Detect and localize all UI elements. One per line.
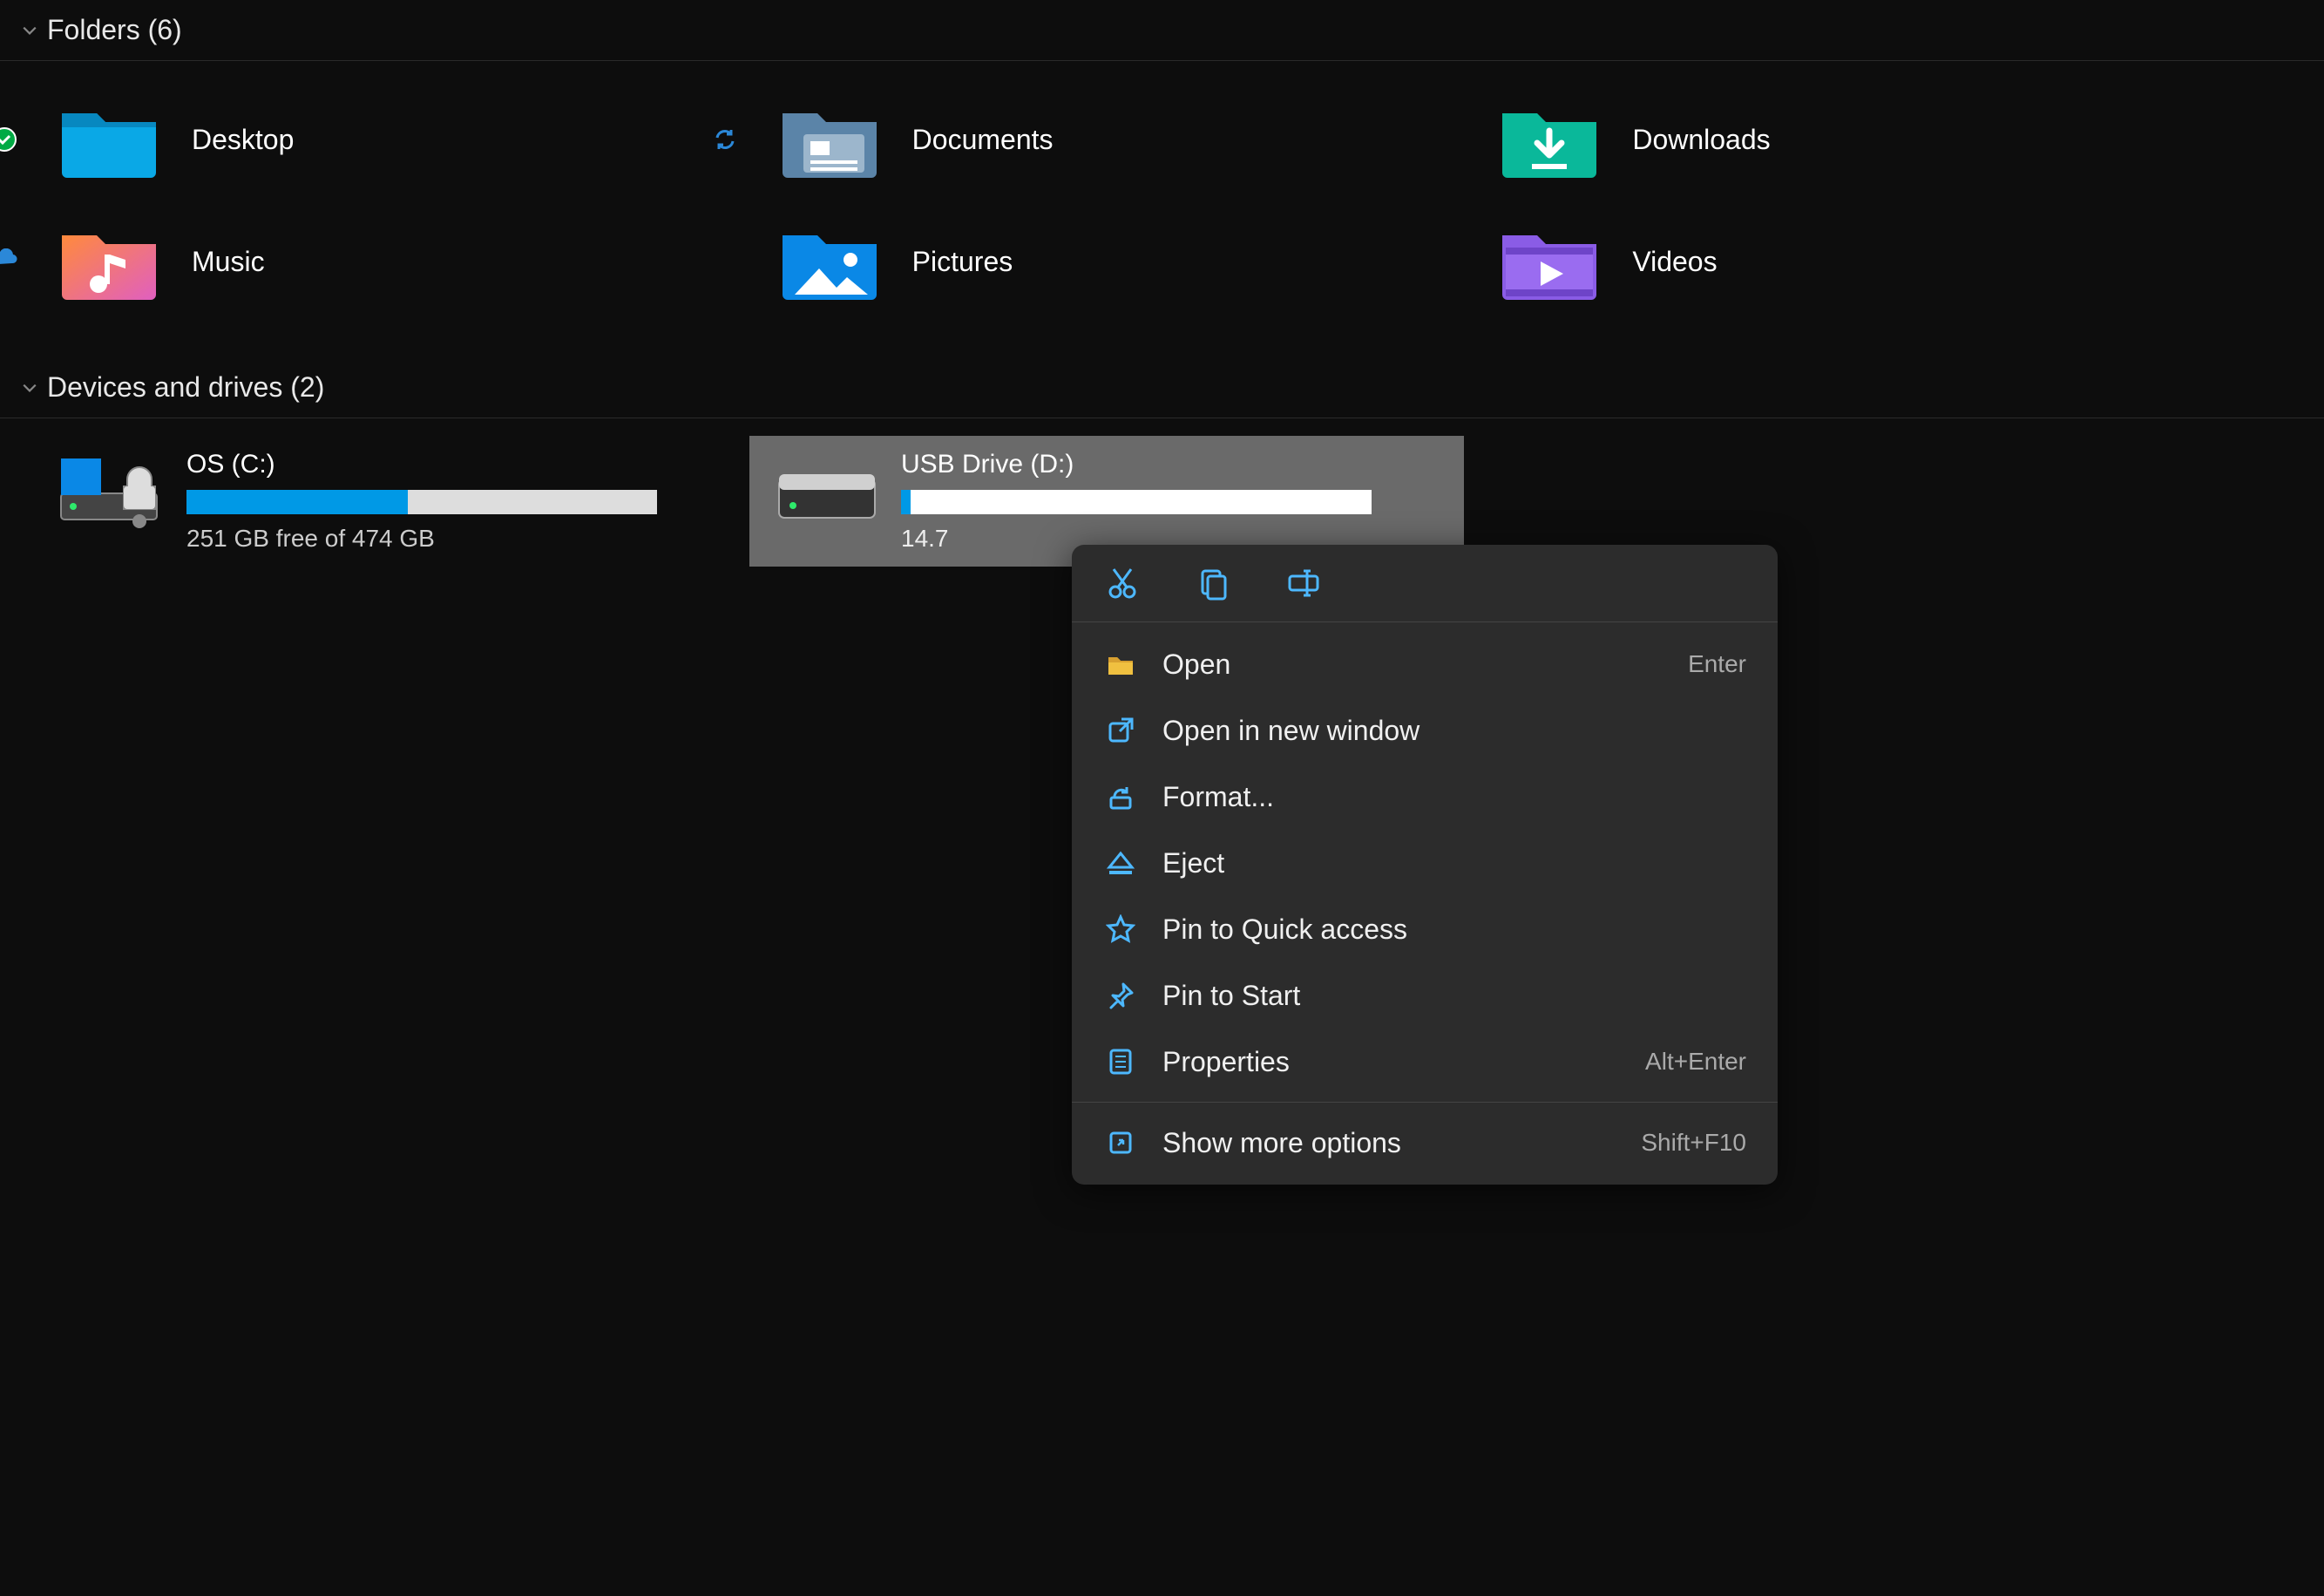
context-menu-toolbar (1072, 545, 1778, 622)
drive-subtext: 251 GB free of 474 GB (186, 525, 728, 553)
drive-item-os-c[interactable]: OS (C:) 251 GB free of 474 GB (35, 436, 749, 567)
properties-icon (1103, 1044, 1138, 1079)
context-menu-format[interactable]: Format... (1072, 764, 1778, 830)
external-icon (1103, 713, 1138, 748)
context-menu-item-shortcut: Shift+F10 (1641, 1129, 1746, 1157)
folder-item-downloads[interactable]: Downloads (1475, 96, 2196, 183)
context-menu-item-label: Pin to Quick access (1162, 913, 1746, 946)
context-menu-eject[interactable]: Eject (1072, 830, 1778, 896)
format-icon (1103, 779, 1138, 814)
context-menu-pin-start[interactable]: Pin to Start (1072, 962, 1778, 1029)
cloud-status-icon (0, 248, 17, 275)
folder-label: Videos (1632, 246, 1717, 278)
context-menu-item-label: Open (1162, 649, 1663, 681)
cut-icon[interactable] (1103, 564, 1142, 602)
folder-item-videos[interactable]: Videos (1475, 218, 2196, 305)
videos-folder-icon (1493, 218, 1606, 305)
context-menu-item-label: Eject (1162, 847, 1746, 879)
drive-usage-bar (186, 490, 657, 514)
folder-item-documents[interactable]: Documents (755, 96, 1476, 183)
folder-item-desktop[interactable]: Desktop (35, 96, 755, 183)
desktop-folder-icon (52, 96, 166, 183)
drives-section-header[interactable]: Devices and drives (2) (0, 357, 2324, 418)
downloads-folder-icon (1493, 96, 1606, 183)
drive-usage-bar (901, 490, 1372, 514)
folder-item-pictures[interactable]: Pictures (755, 218, 1476, 305)
folders-grid: Desktop Documents Downloads Music Pictur… (0, 61, 2231, 357)
folder-label: Downloads (1632, 124, 1770, 156)
context-menu: Open Enter Open in new window Format... … (1072, 545, 1778, 1185)
context-menu-item-label: Properties (1162, 1046, 1621, 1078)
context-menu-more-options[interactable]: Show more options Shift+F10 (1072, 1110, 1778, 1176)
os-drive-icon (56, 450, 169, 528)
star-icon (1103, 912, 1138, 947)
context-menu-item-label: Pin to Start (1162, 980, 1746, 1012)
context-menu-item-label: Show more options (1162, 1127, 1616, 1159)
context-menu-properties[interactable]: Properties Alt+Enter (1072, 1029, 1778, 1095)
context-menu-open[interactable]: Open Enter (1072, 631, 1778, 697)
context-menu-item-label: Format... (1162, 781, 1746, 813)
rename-icon[interactable] (1284, 564, 1323, 602)
drive-label: OS (C:) (186, 450, 728, 479)
chevron-down-icon (21, 22, 38, 39)
folder-label: Documents (912, 124, 1054, 156)
documents-folder-icon (773, 96, 886, 183)
context-menu-item-shortcut: Alt+Enter (1645, 1048, 1746, 1076)
folder-label: Desktop (192, 124, 294, 156)
folder-label: Music (192, 246, 265, 278)
music-folder-icon (52, 218, 166, 305)
context-menu-pin-quick-access[interactable]: Pin to Quick access (1072, 896, 1778, 962)
folders-section-title: Folders (6) (47, 14, 182, 46)
eject-icon (1103, 846, 1138, 880)
folders-section-header[interactable]: Folders (6) (0, 0, 2324, 61)
usb-drive-icon (770, 450, 884, 528)
drive-label: USB Drive (D:) (901, 450, 1443, 479)
folder-open-icon (1103, 647, 1138, 682)
copy-icon[interactable] (1194, 564, 1232, 602)
context-menu-item-shortcut: Enter (1688, 650, 1746, 678)
more-icon (1103, 1125, 1138, 1160)
sync-status-icon (712, 126, 738, 153)
context-menu-open-new-window[interactable]: Open in new window (1072, 697, 1778, 764)
folder-item-music[interactable]: Music (35, 218, 755, 305)
drives-section-title: Devices and drives (2) (47, 371, 324, 404)
folder-label: Pictures (912, 246, 1013, 278)
pin-icon (1103, 978, 1138, 1013)
context-menu-divider (1072, 1102, 1778, 1103)
synced-status-icon (0, 126, 17, 153)
context-menu-item-label: Open in new window (1162, 715, 1746, 747)
chevron-down-icon (21, 379, 38, 397)
pictures-folder-icon (773, 218, 886, 305)
